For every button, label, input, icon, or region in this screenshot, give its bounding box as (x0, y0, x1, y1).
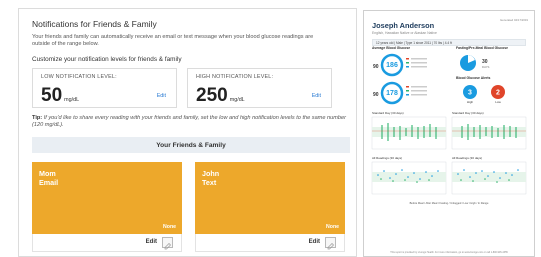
high-level-label: HIGH NOTIFICATION LEVEL: (196, 74, 274, 80)
notification-levels: LOW NOTIFICATION LEVEL: 50 mg/dL Edit HIG… (32, 68, 346, 108)
glucose-report-preview: Generated 04/17/2019 Joseph Anderson Eng… (363, 10, 535, 257)
section-fasting-title: Fasting/Pre-Meal Blood Glucose (456, 46, 508, 50)
section-average-title: Average Blood Glucose (372, 46, 410, 50)
small-value-2: 90 (373, 92, 379, 98)
low-level-label: LOW NOTIFICATION LEVEL: (41, 74, 117, 80)
chart-area-1 (371, 116, 447, 150)
average-legend (406, 58, 427, 96)
friend-method: Email (39, 178, 59, 187)
average-value-2: 178 (386, 90, 398, 97)
fasting-unit: DAYS (482, 65, 490, 69)
report-body: Average Blood Glucose Fasting/Pre-Meal B… (371, 46, 527, 254)
friend-card-footer: Edit (195, 234, 345, 252)
friend-name: Mom (39, 169, 56, 178)
report-generated-date: Generated 04/17/2019 (500, 18, 528, 22)
low-level-unit: mg/dL (64, 97, 80, 103)
alert-high-label: High (467, 100, 474, 104)
tip-body: If you'd like to share every reading wit… (32, 115, 346, 128)
alert-low-label: Low (495, 100, 501, 104)
high-level-value: 250 mg/dL (196, 85, 245, 107)
chart-title-3: All Readings (30 days) (372, 156, 402, 160)
chart-area-3 (371, 161, 447, 195)
friend-card-mom[interactable]: Mom Email None Edit (32, 162, 182, 252)
high-level-box: HIGH NOTIFICATION LEVEL: 250 mg/dL Edit (187, 68, 332, 108)
notifications-description: Your friends and family can automaticall… (32, 34, 314, 47)
patient-subtitle: English, Hawaiian Native or Alaskan Nati… (372, 31, 437, 35)
low-level-box: LOW NOTIFICATION LEVEL: 50 mg/dL Edit (32, 68, 177, 108)
friend-alert-badge: None (163, 224, 176, 230)
section-alerts-title: Blood Glucose Alerts (456, 76, 490, 80)
low-level-edit-link[interactable]: Edit (157, 93, 166, 99)
pencil-icon[interactable] (325, 237, 336, 250)
chart-area-2 (451, 116, 527, 150)
low-level-value: 50 mg/dL (41, 85, 79, 107)
chart-title-1: Standard Day (30 days) (372, 111, 404, 115)
chart-title-2: Standard Day (30 days) (452, 111, 484, 115)
friend-card-john[interactable]: John Text None Edit (195, 162, 345, 252)
low-level-number: 50 (41, 85, 63, 106)
average-value-1: 186 (386, 62, 398, 69)
edit-friend-button[interactable]: Edit (146, 239, 157, 245)
high-level-edit-link[interactable]: Edit (312, 93, 321, 99)
friend-alert-badge: None (326, 224, 339, 230)
chart-legend: Before Meal / After Meal / Fasting / Unl… (410, 201, 489, 205)
alert-low-value: 2 (496, 90, 500, 97)
tip-prefix: Tip: (32, 115, 43, 121)
customize-label: Customize your notification levels for f… (32, 56, 182, 63)
friend-card-body[interactable]: Mom Email None (32, 162, 182, 234)
small-value-1: 90 (373, 64, 379, 70)
friend-method: Text (202, 178, 217, 187)
friend-name: John (202, 169, 220, 178)
tip-text: Tip: If you'd like to share every readin… (32, 115, 350, 129)
friends-family-notification-panel: Notifications for Friends & Family Your … (18, 8, 357, 257)
alert-high-value: 3 (468, 90, 472, 97)
edit-friend-button[interactable]: Edit (309, 239, 320, 245)
high-level-unit: mg/dL (229, 97, 245, 103)
high-level-number: 250 (196, 85, 228, 106)
notifications-title: Notifications for Friends & Family (32, 19, 157, 29)
friend-card-body[interactable]: John Text None (195, 162, 345, 234)
friends-list: Mom Email None Edit John Text None Edit (32, 162, 346, 252)
chart-title-4: All Readings (30 days) (452, 156, 482, 160)
pencil-icon[interactable] (162, 237, 173, 250)
report-footer: This report is provided by Livongo Healt… (390, 251, 508, 254)
friends-heading: Your Friends & Family (32, 137, 350, 153)
chart-area-4 (451, 161, 527, 195)
friend-card-footer: Edit (32, 234, 182, 252)
